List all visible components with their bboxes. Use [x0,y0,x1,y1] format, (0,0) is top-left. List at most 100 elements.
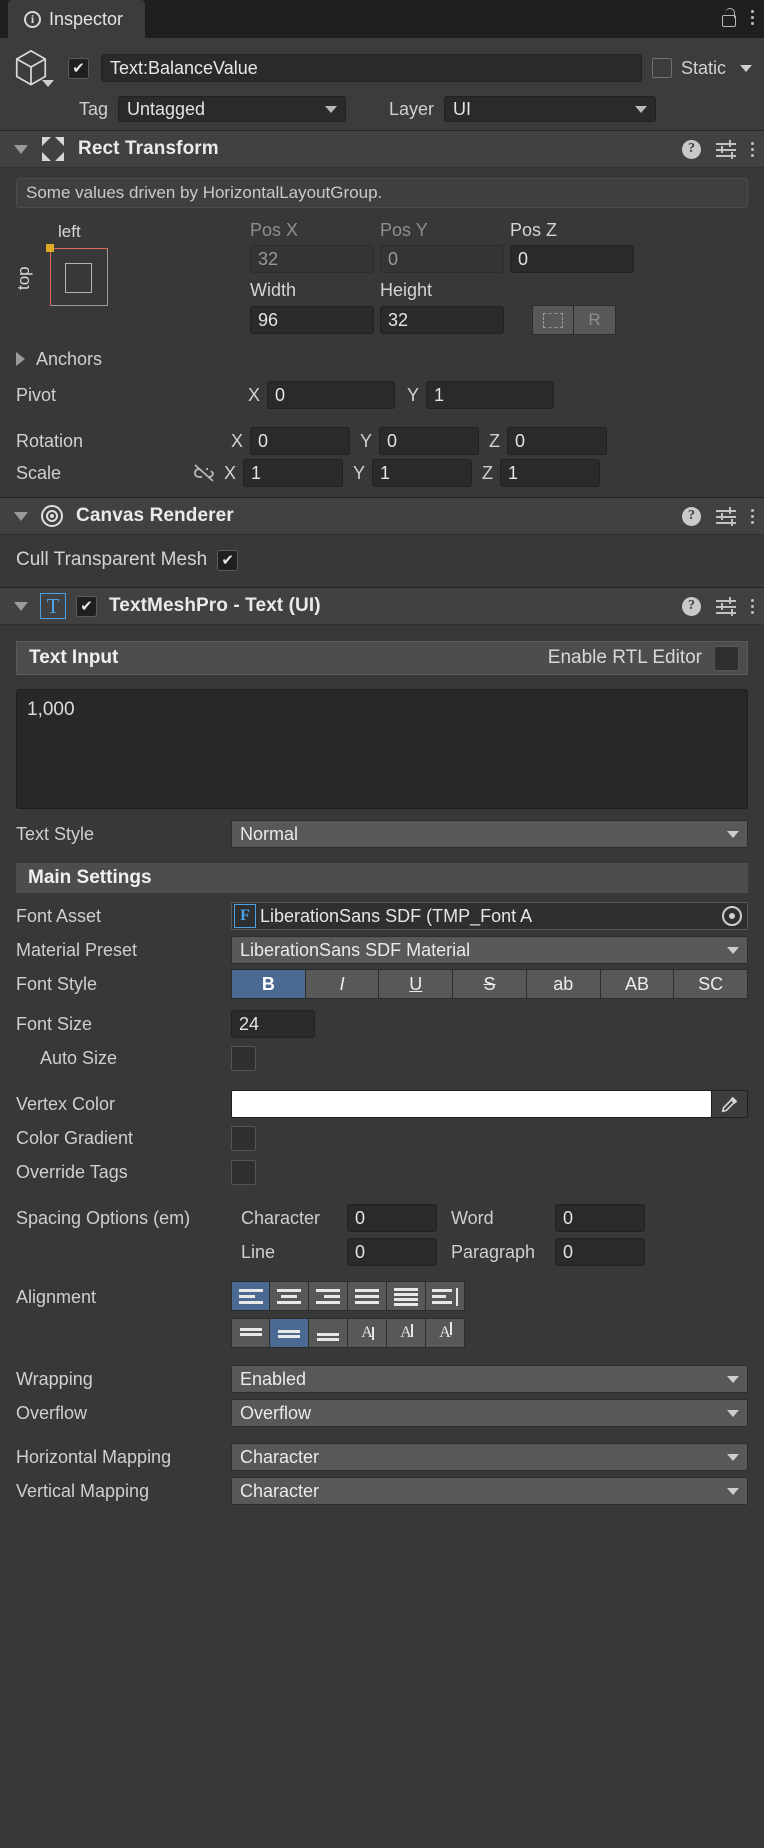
scale-x-input[interactable]: 1 [243,459,344,487]
foldout-arrow-icon[interactable] [14,511,28,521]
layer-dropdown[interactable]: UI [444,96,656,122]
kebab-menu-icon[interactable] [751,141,754,157]
align-left-button[interactable] [231,1281,270,1311]
override-tags-checkbox[interactable] [231,1159,256,1185]
anchor-preview-widget[interactable]: left top [0,220,250,335]
font-style-strikethrough-button[interactable]: S [453,969,527,999]
scale-z-input[interactable]: 1 [500,459,601,487]
text-input-textarea[interactable]: 1,000 [16,689,748,809]
pos-y-input[interactable]: 0 [380,245,504,273]
font-asset-row: Font Asset F LiberationSans SDF (TMP_Fon… [0,899,764,933]
align-flush-button[interactable] [387,1281,426,1311]
align-top-button[interactable] [231,1318,270,1348]
spacing-paragraph-input[interactable]: 0 [555,1238,645,1266]
rotation-y-input[interactable]: 0 [379,427,480,455]
foldout-arrow-icon[interactable] [14,144,28,154]
pivot-label: Pivot [16,384,57,405]
preset-icon[interactable] [716,596,736,616]
object-header: Text:BalanceValue Static Tag Untagged La… [0,38,764,130]
kebab-menu-icon[interactable] [751,9,754,25]
foldout-arrow-icon[interactable] [16,352,25,366]
anchor-handle[interactable] [46,244,54,252]
vertical-mapping-dropdown[interactable]: Character [231,1477,748,1505]
foldout-arrow-icon[interactable] [14,601,28,611]
rotation-z-input[interactable]: 0 [507,427,608,455]
btn-label: SC [698,973,724,994]
height-input[interactable]: 32 [380,306,504,334]
driven-values-notice: Some values driven by HorizontalLayoutGr… [16,178,748,208]
blueprint-mode-button[interactable] [532,305,574,335]
wrapping-dropdown[interactable]: Enabled [231,1365,748,1393]
pos-z-input[interactable]: 0 [510,245,634,273]
preset-icon[interactable] [716,139,736,159]
rotation-x-input[interactable]: 0 [250,427,351,455]
align-center-button[interactable] [270,1281,309,1311]
font-style-smallcaps-button[interactable]: SC [674,969,749,999]
font-asset-objectfield[interactable]: F LiberationSans SDF (TMP_Font A [231,902,748,930]
font-size-row: Font Size 24 [0,1007,764,1041]
font-style-uppercase-button[interactable]: AB [600,969,675,999]
rtl-editor-checkbox[interactable] [714,645,739,671]
align-midline-button[interactable]: A [387,1318,426,1348]
font-style-lowercase-button[interactable]: ab [526,969,601,999]
color-gradient-label: Color Gradient [16,1127,134,1148]
help-icon[interactable]: ? [682,506,701,526]
chevron-down-icon[interactable] [42,80,54,87]
static-dropdown-chevron-icon[interactable] [740,64,752,72]
help-icon[interactable]: ? [682,139,701,159]
align-baseline-button[interactable]: A [348,1318,387,1348]
spacing-character-input[interactable]: 0 [347,1204,437,1232]
anchors-foldout-row[interactable]: Anchors [0,341,764,377]
static-checkbox[interactable] [651,58,672,78]
preset-icon[interactable] [716,506,736,526]
component-header-canvas-renderer[interactable]: Canvas Renderer ? [0,497,764,535]
eyedropper-icon[interactable] [712,1090,748,1118]
auto-size-checkbox[interactable] [231,1045,256,1071]
cull-transparent-mesh-checkbox[interactable] [217,549,239,571]
tmp-enabled-checkbox[interactable] [76,595,97,617]
component-header-textmeshpro[interactable]: T TextMeshPro - Text (UI) ? [0,587,764,625]
pivot-y-input[interactable]: 1 [426,381,555,409]
component-header-rect-transform[interactable]: Rect Transform ? [0,130,764,168]
vertex-color-swatch[interactable] [231,1090,712,1118]
vertex-color-row: Vertex Color [0,1087,764,1121]
align-right-button[interactable] [309,1281,348,1311]
font-style-underline-button[interactable]: U [379,969,454,999]
pivot-x-input[interactable]: 0 [267,381,396,409]
overflow-dropdown[interactable]: Overflow [231,1399,748,1427]
tab-inspector[interactable]: i Inspector [8,0,146,38]
horizontal-mapping-dropdown[interactable]: Character [231,1443,748,1471]
color-gradient-checkbox[interactable] [231,1125,256,1151]
kebab-menu-icon[interactable] [751,598,754,614]
gameobject-active-checkbox[interactable] [68,57,89,79]
raw-edit-mode-button[interactable]: R [574,305,616,335]
align-geometry-center-button[interactable] [426,1281,465,1311]
help-icon[interactable]: ? [682,596,701,616]
text-style-dropdown[interactable]: Normal [231,820,748,848]
btn-label: I [339,973,345,994]
font-size-value: 24 [239,1013,260,1034]
align-capline-button[interactable]: A [426,1318,465,1348]
align-justified-button[interactable] [348,1281,387,1311]
spacing-word-input[interactable]: 0 [555,1204,645,1232]
pos-x-input[interactable]: 32 [250,245,374,273]
gameobject-name-input[interactable]: Text:BalanceValue [101,54,642,82]
lock-icon[interactable] [721,8,736,27]
constrain-proportions-off-icon[interactable] [192,463,216,483]
font-size-input[interactable]: 24 [231,1010,315,1038]
tag-dropdown[interactable]: Untagged [118,96,346,122]
width-input[interactable]: 96 [250,306,374,334]
font-style-italic-button[interactable]: I [305,969,380,999]
width-label: Width [250,280,297,300]
font-style-bold-button[interactable]: B [231,969,306,999]
axis-z-label: Z [489,430,501,451]
spacing-line-input[interactable]: 0 [347,1238,437,1266]
kebab-menu-icon[interactable] [751,508,754,524]
material-preset-dropdown[interactable]: LiberationSans SDF Material [231,936,748,964]
object-picker-icon[interactable] [722,906,742,926]
vertical-mapping-label: Vertical Mapping [16,1480,150,1501]
align-middle-button[interactable] [270,1318,309,1348]
scale-y-input[interactable]: 1 [372,459,473,487]
align-bottom-button[interactable] [309,1318,348,1348]
scale-z-value: 1 [508,462,519,483]
